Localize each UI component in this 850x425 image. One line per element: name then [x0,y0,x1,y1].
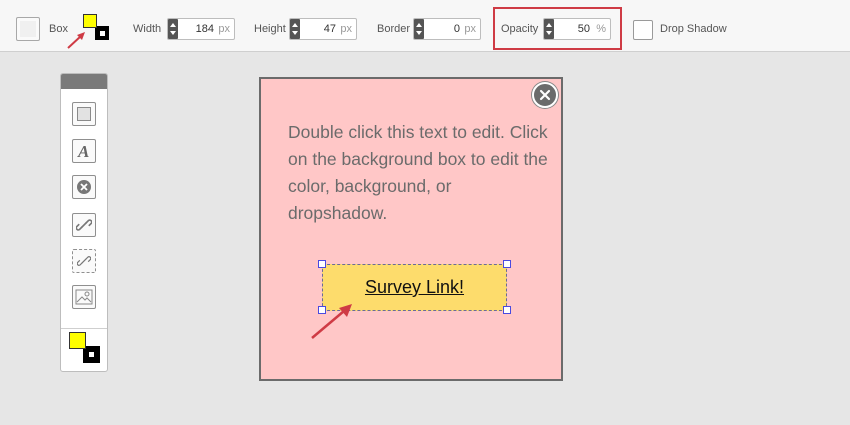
annotation-arrow-icon [311,304,352,339]
drop-shadow-label: Drop Shadow [660,23,727,35]
foreground-color-swatch[interactable] [83,14,97,28]
border-value[interactable]: 0 [454,23,460,35]
height-unit: px [340,23,352,35]
height-stepper-arrows-icon[interactable] [290,19,300,39]
width-value[interactable]: 184 [196,23,214,35]
top-toolbar: Box Width 184 px Height 47 px Border 0 p… [0,0,850,52]
resize-handle-top-right[interactable] [503,260,511,268]
text-tool-icon[interactable]: A [72,139,96,163]
background-box[interactable]: Double click this text to edit. Click on… [259,77,563,381]
border-stepper[interactable]: 0 px [413,18,481,40]
toolbox-color-swatch[interactable] [69,332,101,364]
close-tool-icon[interactable] [72,175,96,199]
height-value[interactable]: 47 [324,23,336,35]
annotation-arrow-icon [67,32,85,49]
resize-handle-top-left[interactable] [318,260,326,268]
survey-link-label[interactable]: Survey Link! [365,277,464,298]
border-stepper-arrows-icon[interactable] [414,19,424,39]
border-unit: px [464,23,476,35]
height-label: Height [254,23,286,35]
toolbox-drag-handle[interactable] [61,74,107,89]
width-unit: px [218,23,230,35]
dashed-link-tool-icon[interactable] [72,249,96,273]
width-label: Width [133,23,162,35]
close-icon[interactable] [532,82,558,108]
toolbox-divider [61,328,107,329]
height-stepper[interactable]: 47 px [289,18,357,40]
box-tool-icon[interactable] [72,102,96,126]
opacity-highlight [493,7,622,50]
toolbox-swatch-dot [89,352,94,357]
editable-text[interactable]: Double click this text to edit. Click on… [288,119,548,227]
border-label: Border [377,23,411,35]
element-toolbox: A [60,73,108,372]
resize-handle-bottom-right[interactable] [503,306,511,314]
swatch-dot [100,31,105,36]
link-tool-icon[interactable] [72,213,96,237]
box-checkbox[interactable] [16,17,40,41]
drop-shadow-checkbox[interactable] [633,20,653,40]
svg-text:A: A [77,142,89,160]
width-stepper-arrows-icon[interactable] [168,19,178,39]
image-tool-icon[interactable] [72,285,96,309]
toolbox-foreground-color-swatch[interactable] [69,332,86,349]
width-stepper[interactable]: 184 px [167,18,235,40]
